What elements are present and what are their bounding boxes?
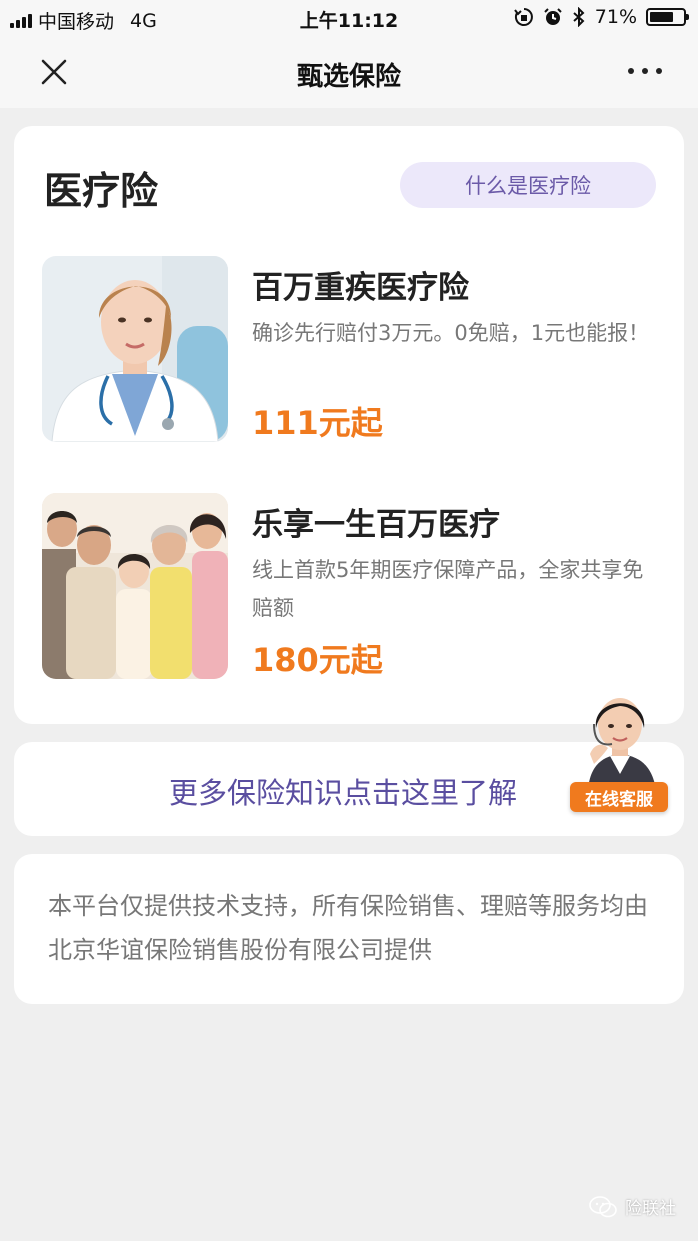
product-item[interactable]: 乐享一生百万医疗 线上首款5年期医疗保障产品，全家共享免赔额 180元起 xyxy=(42,493,662,681)
battery-percent: 71% xyxy=(594,6,637,28)
app-page: 中国移动 4G 上午11:12 71% 甄选保险 医疗险 什么是医疗险 百万重疾… xyxy=(0,0,698,1241)
disclaimer-text: 本平台仅提供技术支持，所有保险销售、理赔等服务均由北京华谊保险销售股份有限公司提… xyxy=(48,892,648,964)
medical-insurance-card: 医疗险 什么是医疗险 百万重疾医疗险 确诊先行赔付3万元。0免赔，1元也能报！ … xyxy=(14,126,684,724)
bluetooth-icon xyxy=(572,7,586,27)
watermark-text: 险联社 xyxy=(625,1199,676,1219)
disclaimer-card: 本平台仅提供技术支持，所有保险销售、理赔等服务均由北京华谊保险销售股份有限公司提… xyxy=(14,854,684,1004)
watermark: 险联社 xyxy=(589,1194,676,1219)
rotation-lock-icon xyxy=(513,7,534,27)
product-item[interactable]: 百万重疾医疗险 确诊先行赔付3万元。0免赔，1元也能报！ 111元起 xyxy=(42,256,662,444)
page-title: 甄选保险 xyxy=(296,62,401,92)
product-price: 180元起 xyxy=(252,641,383,679)
battery-level-fill xyxy=(650,12,673,22)
doctor-image xyxy=(42,256,228,442)
product-description: 确诊先行赔付3万元。0免赔，1元也能报！ xyxy=(252,321,650,345)
family-image xyxy=(42,493,228,679)
section-title: 医疗险 xyxy=(44,169,159,213)
status-bar-right: 71% xyxy=(513,6,689,28)
product-price: 111元起 xyxy=(252,404,383,442)
status-bar: 中国移动 4G 上午11:12 71% xyxy=(0,0,698,36)
wechat-icon xyxy=(589,1195,617,1217)
online-customer-service-button[interactable]: 在线客服 xyxy=(564,694,672,818)
customer-service-agent-icon xyxy=(588,698,656,790)
product-name: 百万重疾医疗险 xyxy=(252,270,469,306)
product-description: 线上首款5年期医疗保障产品，全家共享免赔额 xyxy=(252,558,644,620)
alarm-icon xyxy=(543,7,563,27)
customer-service-label[interactable]: 在线客服 xyxy=(570,782,668,812)
what-is-medical-insurance-button[interactable]: 什么是医疗险 xyxy=(400,162,656,208)
product-name: 乐享一生百万医疗 xyxy=(252,507,500,543)
battery-icon xyxy=(646,8,689,26)
navigation-bar: 甄选保险 xyxy=(0,36,698,108)
more-dots-icon[interactable] xyxy=(628,63,662,79)
